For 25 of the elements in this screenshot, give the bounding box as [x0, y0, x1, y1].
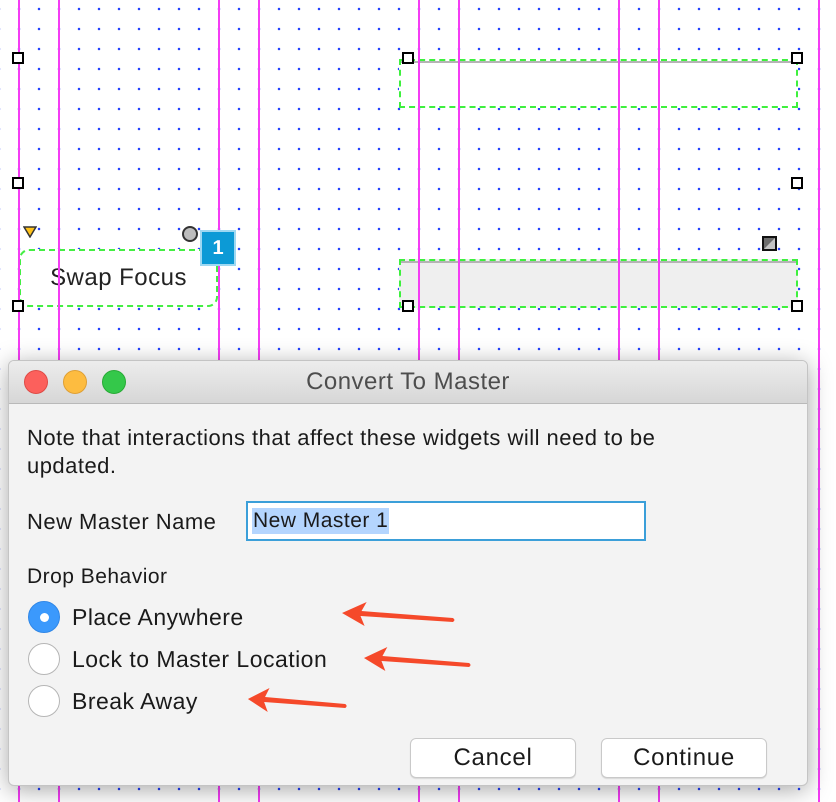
- count-badge: 1: [200, 230, 236, 266]
- radio-button[interactable]: [28, 601, 60, 633]
- window-title: Convert To Master: [306, 367, 510, 397]
- resize-handle[interactable]: [791, 177, 803, 189]
- resize-handle[interactable]: [402, 300, 414, 312]
- cancel-button[interactable]: Cancel: [410, 738, 576, 778]
- continue-button[interactable]: Continue: [601, 738, 767, 778]
- half-shaded-square-icon: [762, 236, 777, 251]
- radio-button[interactable]: [28, 685, 60, 717]
- resize-handle[interactable]: [791, 52, 803, 64]
- radio-label[interactable]: Break Away: [72, 684, 198, 718]
- resize-handle[interactable]: [12, 177, 24, 189]
- field-label: New Master Name: [27, 508, 216, 534]
- resize-handle[interactable]: [402, 52, 414, 64]
- close-icon[interactable]: [24, 370, 48, 394]
- radio-label[interactable]: Lock to Master Location: [72, 642, 328, 676]
- down-triangle-icon: [23, 226, 37, 238]
- radio-label[interactable]: Place Anywhere: [72, 600, 244, 634]
- section-label: Drop Behavior: [27, 565, 168, 589]
- radio-button[interactable]: [28, 643, 60, 675]
- dialog-message: Note that interactions that affect these widgets will need to be updated.: [27, 424, 656, 480]
- resize-handle[interactable]: [12, 52, 24, 64]
- name-input-field[interactable]: New Master 1: [246, 501, 646, 541]
- resize-handle[interactable]: [791, 300, 803, 312]
- resize-handle[interactable]: [12, 300, 24, 312]
